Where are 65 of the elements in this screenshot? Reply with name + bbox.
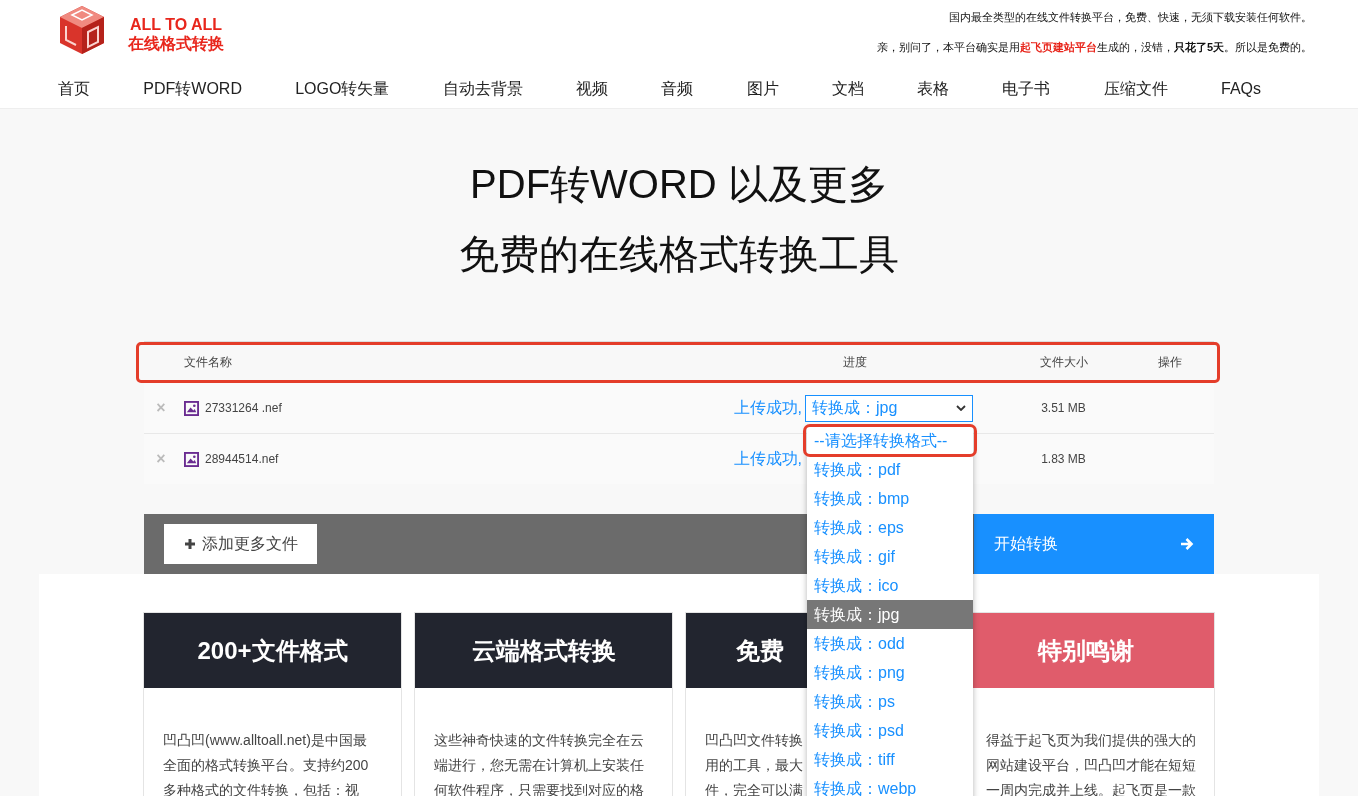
card-title: 免费 <box>735 635 784 666</box>
dropdown-option[interactable]: 转换成：bmp <box>807 483 973 513</box>
dropdown-option[interactable]: 转换成：ico <box>807 570 973 600</box>
nav-link[interactable]: 音频 <box>661 78 694 100</box>
column-header: 文件大小 <box>1038 353 1089 371</box>
column-header: 操作 <box>1157 353 1183 371</box>
card-title: 特别鸣谢 <box>1037 635 1134 666</box>
nav-link[interactable]: FAQs <box>1221 80 1261 98</box>
card-text: 凹凸凹(www.alltoall.net)是中国最 <box>163 731 367 750</box>
upload-status: 上传成功, <box>733 448 802 469</box>
nav-link[interactable]: 文档 <box>831 78 864 100</box>
add-files-button[interactable]: 添加更多文件 <box>164 524 317 564</box>
arrow-right-icon <box>1180 537 1194 551</box>
nav-link[interactable]: 电子书 <box>1002 78 1051 100</box>
dropdown-option[interactable]: 转换成：eps <box>807 512 973 542</box>
nav-link[interactable]: 压缩文件 <box>1103 78 1168 100</box>
file-name: 27331264 .nef <box>205 401 282 415</box>
card-text: 全面的格式转换平台。支持约200 <box>163 756 369 775</box>
image-file-icon <box>184 451 199 467</box>
dropdown-option[interactable]: 转换成：pdf <box>807 454 973 484</box>
nav-link[interactable]: 表格 <box>917 78 950 100</box>
card-text: 件，完全可以满 <box>705 781 803 796</box>
dropdown-option[interactable]: 转换成：gif <box>807 541 973 571</box>
card-text: 得益于起飞页为我们提供的强大的 <box>986 731 1196 750</box>
upload-status: 上传成功, <box>733 397 802 418</box>
site-name: ALL TO ALL <box>129 16 223 34</box>
image-file-icon <box>184 400 199 416</box>
nav-link[interactable]: PDF转WORD <box>143 78 242 100</box>
start-convert-button[interactable]: 开始转换 <box>974 514 1214 574</box>
dropdown-option[interactable]: 转换成：tiff <box>807 744 973 774</box>
file-size: 1.83 MB <box>1040 452 1087 466</box>
cube-logo-icon <box>58 4 106 56</box>
dropdown-option[interactable]: 转换成：psd <box>807 715 973 745</box>
column-header: 进度 <box>842 353 868 371</box>
file-name: 28944514.nef <box>205 452 279 466</box>
dropdown-option[interactable]: 转换成：odd <box>807 628 973 658</box>
card-text: 这些神奇快速的文件转换完全在云 <box>434 731 644 750</box>
card-text: 用的工具，最大 <box>705 756 803 775</box>
notice-text: 国内最全类型的在线文件转换平台，免费、快速，无须下载安装任何软件。 <box>949 10 1312 25</box>
nav-link[interactable]: 自动去背景 <box>442 78 523 100</box>
nav-link[interactable]: 图片 <box>746 78 779 100</box>
dropdown-option[interactable]: 转换成：ps <box>807 686 973 716</box>
file-size: 3.51 MB <box>1040 401 1087 415</box>
dropdown-option[interactable]: 转换成：jpg <box>807 599 973 629</box>
plus-icon <box>183 538 196 550</box>
hero-title: PDF转WORD 以及更多 <box>470 161 888 208</box>
chevron-down-icon <box>956 405 966 411</box>
dropdown-option[interactable]: 转换成：webp <box>807 773 973 796</box>
card-text: 端进行，您无需在计算机上安装任 <box>434 756 644 775</box>
nav-link[interactable]: LOGO转矢量 <box>295 78 390 100</box>
remove-button[interactable]: × <box>151 450 171 468</box>
card-text: 凹凸凹文件转换 <box>705 731 803 750</box>
nav-link[interactable]: 视频 <box>576 78 608 100</box>
card-text: 网站建设平台，凹凸凹才能在短短 <box>986 756 1196 775</box>
nav-link[interactable]: 首页 <box>58 78 90 100</box>
remove-button[interactable]: × <box>151 399 171 417</box>
notice-text: 亲，别问了，本平台确实是用起飞页建站平台生成的，没错，只花了5天。所以是免费的。 <box>876 40 1312 55</box>
site-subtitle: 在线格式转换 <box>128 34 224 54</box>
column-header: 文件名称 <box>184 353 233 371</box>
format-select[interactable]: 转换成：jpg <box>805 394 973 422</box>
card-title: 云端格式转换 <box>471 635 616 666</box>
hero-subtitle: 免费的在线格式转换工具 <box>459 231 899 278</box>
dropdown-option[interactable]: 转换成：png <box>807 657 973 687</box>
card-title: 200+文件格式 <box>197 635 348 666</box>
dropdown-option[interactable]: --请选择转换格式-- <box>805 425 975 455</box>
